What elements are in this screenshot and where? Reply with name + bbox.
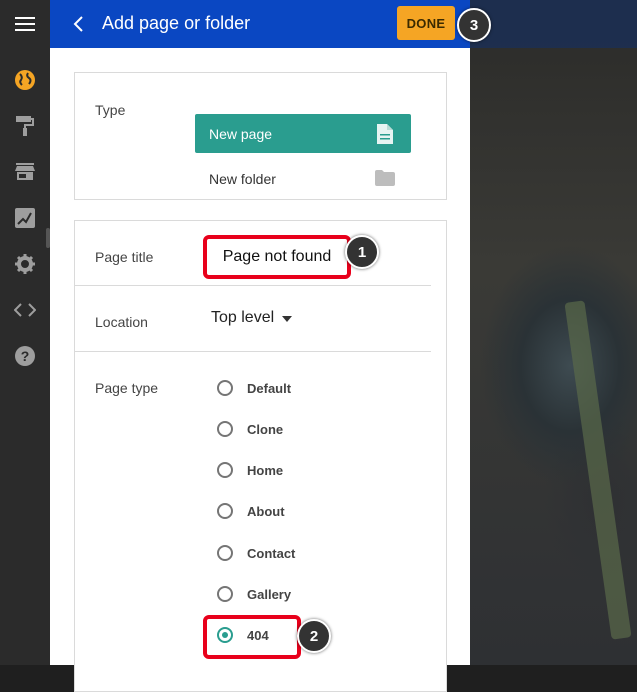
page-type-label: Page type (95, 380, 159, 396)
location-label: Location (95, 314, 148, 330)
menu-icon[interactable] (13, 12, 37, 36)
page-settings-card: Page title Page not found Location Top l… (74, 220, 447, 692)
page-type-option-label: Home (247, 462, 284, 478)
page-type-option-label: Clone (247, 421, 284, 437)
globe-icon[interactable] (13, 68, 37, 92)
page-type-option-404[interactable]: 404 (217, 624, 269, 646)
step-badge-3: 3 (457, 8, 491, 42)
paint-roller-icon[interactable] (13, 114, 37, 138)
page-type-option-default[interactable]: Default (217, 377, 291, 399)
page-type-option-label: 404 (247, 627, 269, 643)
edit-image-icon[interactable] (13, 206, 37, 230)
page-title-label: Page title (95, 249, 154, 265)
step-badge-2: 2 (297, 619, 331, 653)
page-type-option-about[interactable]: About (217, 500, 285, 522)
new-folder-label: New folder (209, 171, 276, 187)
location-dropdown[interactable]: Top level (211, 309, 293, 327)
type-label: Type (95, 102, 126, 118)
radio-button-selected[interactable] (217, 627, 233, 643)
page-type-option-home[interactable]: Home (217, 459, 283, 481)
panel-title: Add page or folder (102, 13, 251, 33)
radio-button[interactable] (217, 545, 233, 561)
radio-button[interactable] (217, 586, 233, 602)
radio-button[interactable] (217, 503, 233, 519)
page-type-option-gallery[interactable]: Gallery (217, 583, 291, 605)
left-rail: ? (0, 0, 50, 665)
radio-button[interactable] (217, 380, 233, 396)
preview-header-bar (470, 0, 637, 48)
gear-icon[interactable] (13, 252, 37, 276)
page-title-input[interactable]: Page not found (203, 235, 351, 279)
divider (75, 285, 431, 286)
location-value: Top level (211, 309, 275, 326)
page-type-option-label: About (247, 503, 285, 519)
help-icon[interactable]: ? (13, 344, 37, 368)
new-page-label: New page (209, 126, 273, 142)
page-type-option-contact[interactable]: Contact (217, 542, 295, 564)
radio-button[interactable] (217, 462, 233, 478)
svg-text:?: ? (21, 348, 30, 364)
back-arrow-icon[interactable] (66, 12, 90, 36)
page-type-option-clone[interactable]: Clone (217, 418, 283, 440)
page-type-option-label: Gallery (247, 586, 292, 602)
panel-header: Add page or folder DONE (50, 0, 470, 48)
store-icon[interactable] (13, 160, 37, 184)
divider (75, 351, 431, 352)
code-icon[interactable] (13, 298, 37, 322)
page-type-option-label: Contact (247, 545, 296, 561)
type-card: Type New page New folder (74, 72, 447, 200)
new-folder-option[interactable]: New folder (195, 161, 411, 197)
document-icon (377, 124, 393, 147)
add-page-panel: Type New page New folder Page title Page… (50, 48, 470, 692)
folder-icon (375, 170, 395, 189)
done-button[interactable]: DONE (397, 6, 455, 40)
page-type-option-label: Default (247, 380, 292, 396)
new-page-option[interactable]: New page (195, 114, 411, 153)
caret-down-icon (282, 309, 293, 327)
radio-button[interactable] (217, 421, 233, 437)
step-badge-1: 1 (345, 235, 379, 269)
